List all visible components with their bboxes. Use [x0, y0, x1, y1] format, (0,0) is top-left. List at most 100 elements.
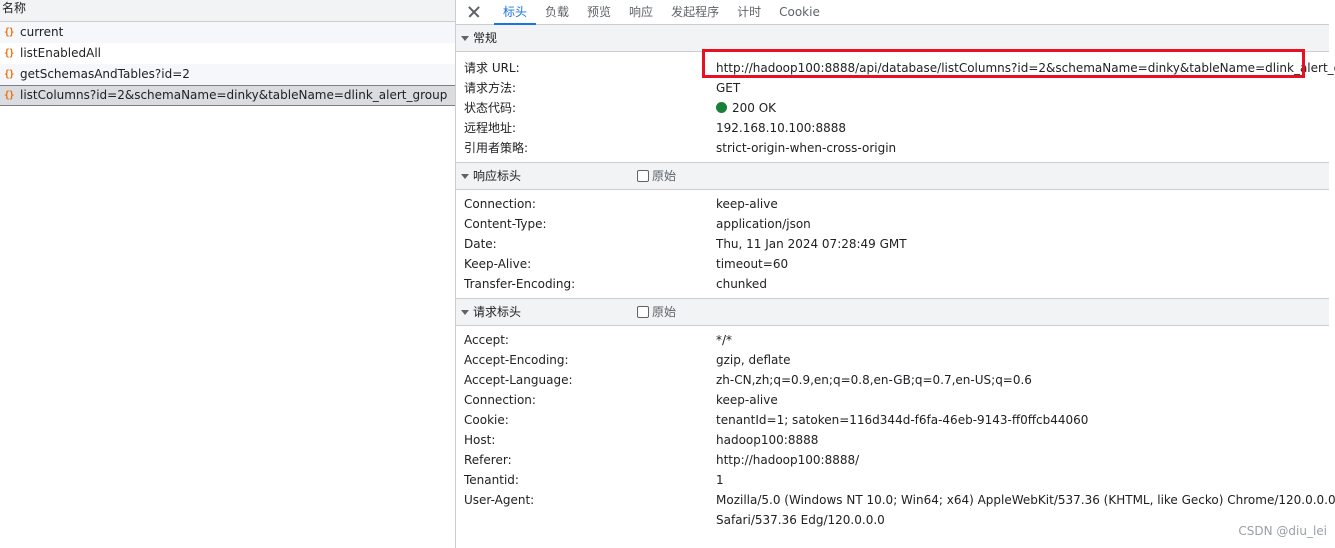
header-key: 状态代码:	[464, 101, 517, 115]
header-row: Date: Thu, 11 Jan 2024 07:28:49 GMT	[456, 234, 1329, 254]
checkbox[interactable]	[637, 170, 649, 182]
tab-4[interactable]: 发起程序	[662, 0, 728, 24]
header-key: Content-Type:	[464, 217, 547, 231]
raw-toggle[interactable]: 原始	[637, 163, 676, 189]
raw-label: 原始	[652, 305, 677, 319]
raw-label: 原始	[652, 169, 677, 183]
header-key: 请求方法:	[464, 81, 517, 95]
header-row: Tenantid: 1	[456, 470, 1329, 490]
header-row: Referer: http://hadoop100:8888/	[456, 450, 1329, 470]
header-row: Safari/537.36 Edg/120.0.0.0	[456, 510, 1329, 530]
header-key: Date:	[464, 237, 497, 251]
header-row: Connection: keep-alive	[456, 390, 1329, 410]
header-value[interactable]: 200 OK	[716, 98, 776, 118]
request-item[interactable]: {} listEnabledAll	[0, 43, 455, 64]
header-value[interactable]: Safari/537.36 Edg/120.0.0.0	[716, 510, 885, 530]
request-item[interactable]: {} current	[0, 22, 455, 43]
request-name: getSchemasAndTables?id=2	[20, 67, 190, 81]
general-section-header[interactable]: 常规	[456, 25, 1329, 52]
header-row: Cookie: tenantId=1; satoken=116d344d-f6fa…	[456, 410, 1329, 430]
json-icon: {}	[4, 90, 14, 101]
header-key: Host:	[464, 433, 496, 447]
response-headers-section: 响应标头 原始 Connection: keep-alive Content-Typ…	[456, 162, 1329, 298]
header-value[interactable]: chunked	[716, 274, 767, 294]
header-value[interactable]: timeout=60	[716, 254, 788, 274]
header-value[interactable]: GET	[716, 78, 740, 98]
header-key: 引用者策略:	[464, 141, 529, 155]
header-row: 远程地址: 192.168.10.100:8888	[456, 118, 1329, 138]
header-row: Content-Type: application/json	[456, 214, 1329, 234]
header-key: Tenantid:	[464, 473, 519, 487]
header-row: Accept: */*	[456, 330, 1329, 350]
header-value[interactable]: keep-alive	[716, 194, 778, 214]
request-list-panel: 名称 {} current {} listEnabledAll {} getSchemas…	[0, 0, 456, 548]
response-headers-header[interactable]: 响应标头 原始	[456, 162, 1329, 190]
detail-tab-bar: 标头 负载 预览 响应 发起程序 计时 Cookie	[456, 0, 1329, 25]
header-row: Host: hadoop100:8888	[456, 430, 1329, 450]
tab-2[interactable]: 预览	[578, 0, 620, 24]
tab-1[interactable]: 负载	[536, 0, 578, 24]
tab-3[interactable]: 响应	[620, 0, 662, 24]
header-key: Accept:	[464, 333, 509, 347]
tabs: 标头 负载 预览 响应 发起程序 计时 Cookie	[494, 0, 829, 25]
header-value[interactable]: Thu, 11 Jan 2024 07:28:49 GMT	[716, 234, 907, 254]
headers-panel: 标头 负载 预览 响应 发起程序 计时 Cookie 常规 请求 URL: http://ha…	[456, 0, 1335, 548]
header-value[interactable]: application/json	[716, 214, 811, 234]
tab-0[interactable]: 标头	[494, 0, 537, 25]
header-row: 引用者策略: strict-origin-when-cross-origin	[456, 138, 1329, 158]
header-key: Connection:	[464, 393, 536, 407]
header-row: 请求方法: GET	[456, 78, 1329, 98]
header-value[interactable]: http://hadoop100:8888/	[716, 450, 859, 470]
header-value[interactable]: keep-alive	[716, 390, 778, 410]
csdn-watermark: CSDN @diu_lei	[1238, 524, 1327, 538]
header-key: 请求 URL:	[464, 61, 520, 75]
header-value[interactable]: */*	[716, 330, 732, 350]
header-value[interactable]: strict-origin-when-cross-origin	[716, 138, 896, 158]
checkbox[interactable]	[637, 306, 649, 318]
request-headers-header[interactable]: 请求标头 原始	[456, 298, 1329, 326]
collapse-triangle-icon	[461, 36, 469, 41]
request-item[interactable]: {} getSchemasAndTables?id=2	[0, 64, 455, 85]
collapse-triangle-icon	[461, 174, 469, 179]
header-key: Cookie:	[464, 413, 509, 427]
general-section-title: 常规	[473, 31, 498, 45]
header-value[interactable]: 1	[716, 470, 724, 490]
header-value[interactable]: 192.168.10.100:8888	[716, 118, 846, 138]
json-icon: {}	[4, 48, 14, 59]
request-item[interactable]: {} listColumns?id=2&schemaName=dinky&tabl…	[0, 85, 455, 106]
request-name: current	[20, 25, 64, 39]
json-icon: {}	[4, 27, 14, 38]
status-code-text: 200 OK	[732, 101, 777, 115]
json-icon: {}	[4, 69, 14, 80]
name-column-header[interactable]: 名称	[0, 0, 455, 22]
response-headers-title: 响应标头	[473, 169, 522, 183]
header-key: Referer:	[464, 453, 512, 467]
request-headers-section: 请求标头 原始 Accept: */* Accept-Encoding: gzip, …	[456, 298, 1335, 534]
collapse-triangle-icon	[461, 310, 469, 315]
response-header-rows: Connection: keep-alive Content-Type: applic…	[456, 190, 1329, 298]
header-key: User-Agent:	[464, 493, 535, 507]
url-highlight-box	[702, 49, 1305, 78]
header-value[interactable]: zh-CN,zh;q=0.9,en;q=0.8,en-GB;q=0.7,en-U…	[716, 370, 1032, 390]
header-value[interactable]: gzip, deflate	[716, 350, 791, 370]
header-row: Accept-Language: zh-CN,zh;q=0.9,en;q=0.8,…	[456, 370, 1329, 390]
tab-5[interactable]: 计时	[728, 0, 770, 24]
request-name: listEnabledAll	[20, 46, 101, 60]
header-row: 状态代码: 200 OK	[456, 98, 1329, 118]
header-row: Keep-Alive: timeout=60	[456, 254, 1329, 274]
request-name: listColumns?id=2&schemaName=dinky&tableN…	[20, 88, 448, 102]
general-section: 常规 请求 URL: http://hadoop100:8888/api/data…	[456, 25, 1335, 162]
header-key: Accept-Encoding:	[464, 353, 569, 367]
request-header-rows: Accept: */* Accept-Encoding: gzip, deflate A…	[456, 326, 1335, 534]
request-list: {} current {} listEnabledAll {} getSchemasAnd…	[0, 22, 455, 106]
header-row: 请求 URL: http://hadoop100:8888/api/databas…	[456, 49, 1335, 78]
close-icon[interactable]	[466, 0, 482, 24]
header-value[interactable]: hadoop100:8888	[716, 430, 818, 450]
status-ok-icon	[716, 102, 727, 113]
tab-6[interactable]: Cookie	[770, 0, 829, 24]
raw-toggle[interactable]: 原始	[637, 299, 676, 325]
header-value[interactable]: Mozilla/5.0 (Windows NT 10.0; Win64; x64…	[716, 490, 1335, 510]
header-row: Accept-Encoding: gzip, deflate	[456, 350, 1329, 370]
header-row: Connection: keep-alive	[456, 194, 1329, 214]
header-value[interactable]: tenantId=1; satoken=116d344d-f6fa-46eb-9…	[716, 410, 1088, 430]
